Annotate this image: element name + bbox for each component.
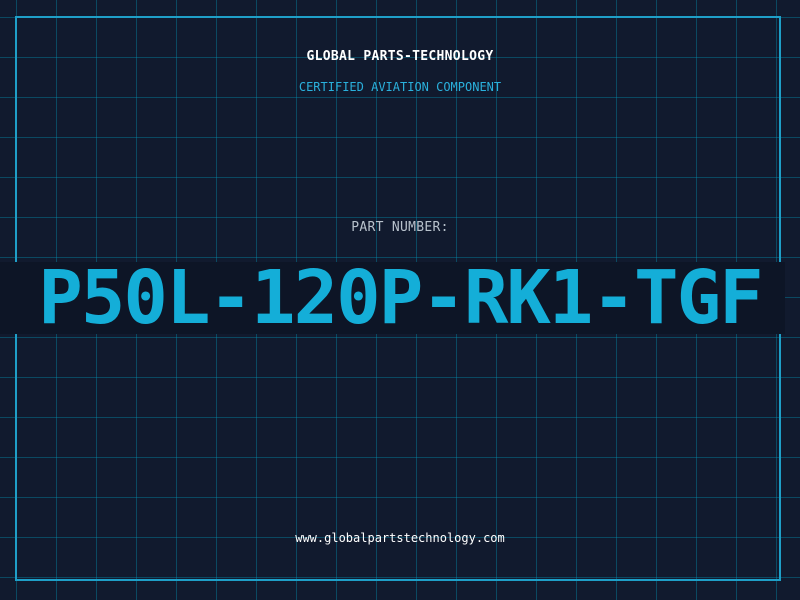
subtitle: CERTIFIED AVIATION COMPONENT xyxy=(298,80,502,94)
company-name: GLOBAL PARTS-TECHNOLOGY xyxy=(306,49,494,64)
certificate-page: GLOBAL PARTS-TECHNOLOGY CERTIFIED AVIATI… xyxy=(0,0,800,600)
website-url: www.globalpartstechnology.com xyxy=(295,531,505,545)
part-number-label: PART NUMBER: xyxy=(351,220,449,235)
part-number-value: P50L-120P-RK1-TGF xyxy=(38,255,763,341)
